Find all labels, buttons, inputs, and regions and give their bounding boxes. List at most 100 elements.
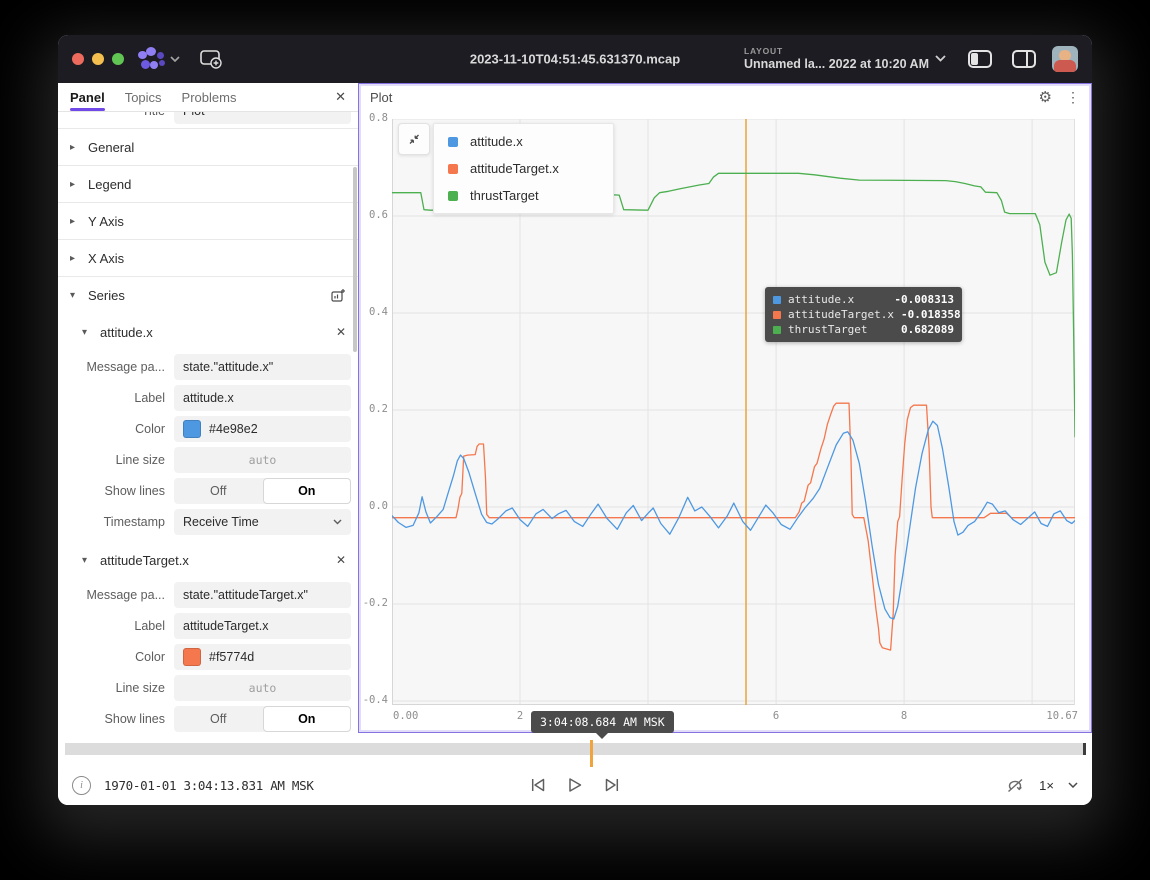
sidebar-scrollbar[interactable] (353, 167, 357, 352)
play-button[interactable] (568, 777, 583, 793)
tooltip-value: -0.008313 (894, 293, 954, 306)
timestamp-select[interactable]: Receive Time (174, 509, 351, 535)
app-window: 2023-11-10T04:51:45.631370.mcap LAYOUT U… (58, 35, 1092, 805)
remove-series-icon[interactable]: ✕ (336, 553, 346, 567)
section-series[interactable]: ▾ Series (58, 276, 358, 313)
sidebar-close-icon[interactable]: ✕ (335, 83, 346, 111)
plot-panel-title: Plot (370, 90, 392, 105)
section-general[interactable]: ▸ General (58, 128, 358, 165)
close-window-button[interactable] (72, 53, 84, 65)
x-tick: 8 (901, 710, 907, 722)
zoom-window-button[interactable] (112, 53, 124, 65)
series-item-attitude-x[interactable]: ▾ attitude.x ✕ (58, 317, 358, 347)
color-input[interactable]: #f5774d (174, 644, 351, 670)
tab-panel[interactable]: Panel (70, 83, 105, 111)
color-input[interactable]: #4e98e2 (174, 416, 351, 442)
section-legend[interactable]: ▸ Legend (58, 165, 358, 202)
legend-swatch (448, 137, 458, 147)
add-series-icon[interactable] (331, 288, 346, 303)
speed-chevron-down-icon[interactable] (1068, 782, 1078, 788)
color-hex: #4e98e2 (209, 422, 258, 436)
playback-speed[interactable]: 1× (1039, 778, 1054, 793)
current-timestamp: 1970-01-01 3:04:13.831 AM MSK (104, 778, 314, 793)
caret-right-icon: ▸ (70, 179, 82, 190)
y-tick: 0.6 (358, 209, 388, 221)
foxglove-logo-icon (138, 47, 166, 71)
right-sidebar-toggle-icon[interactable] (1012, 50, 1036, 68)
tab-topics[interactable]: Topics (125, 83, 162, 111)
app-menu-chevron-icon[interactable] (170, 56, 180, 62)
y-tick: 0.0 (358, 500, 388, 512)
playback-bar: i 1970-01-01 3:04:13.831 AM MSK (58, 765, 1092, 805)
color-swatch[interactable] (183, 648, 201, 666)
legend-swatch (448, 191, 458, 201)
plot-hover-tooltip: attitude.x -0.008313 attitudeTarget.x -0… (765, 287, 962, 342)
timeline-track[interactable] (65, 743, 1085, 755)
label-input[interactable]: attitude.x (174, 385, 351, 411)
panel-settings-gear-icon[interactable]: ⚙ (1039, 88, 1052, 106)
title-field-input[interactable]: Plot (174, 112, 351, 124)
legend-item[interactable]: attitude.x (434, 128, 613, 155)
show-lines-toggle: Off On (174, 706, 351, 732)
user-avatar[interactable] (1052, 46, 1078, 72)
color-hex: #f5774d (209, 650, 254, 664)
caret-right-icon: ▸ (70, 142, 82, 153)
series-attitude-x-fields: Message pa... state."attitude.x" Label a… (58, 347, 358, 537)
collapse-arrows-icon (407, 132, 421, 146)
add-panel-icon[interactable] (200, 50, 222, 69)
tooltip-swatch (773, 311, 781, 319)
legend-item[interactable]: thrustTarget (434, 182, 613, 209)
x-tick: 6 (773, 710, 779, 722)
left-sidebar-toggle-icon[interactable] (968, 50, 992, 68)
chevron-down-icon (333, 519, 342, 525)
section-x-axis[interactable]: ▸ X Axis (58, 239, 358, 276)
seek-forward-button[interactable] (603, 777, 621, 793)
color-swatch[interactable] (183, 420, 201, 438)
avatar-body (1054, 60, 1076, 72)
show-lines-on[interactable]: On (263, 706, 352, 732)
y-tick: -0.4 (358, 694, 388, 706)
legend-swatch (448, 164, 458, 174)
scrubber-time-tooltip: 3:04:08.684 AM MSK (531, 711, 674, 733)
window-title: 2023-11-10T04:51:45.631370.mcap (470, 52, 680, 67)
timeline-scrubber-row: 3:04:08.684 AM MSK (58, 733, 1092, 765)
series-item-attitude-target-x[interactable]: ▾ attitudeTarget.x ✕ (58, 545, 358, 575)
show-lines-toggle: Off On (174, 478, 351, 504)
y-tick: 0.4 (358, 306, 388, 318)
plot-panel[interactable]: Plot ⚙ ⋮ 0.8 0.6 0.4 0.2 0.0 -0.2 -0.4 (358, 83, 1092, 733)
traffic-lights (72, 53, 124, 65)
legend-collapse-button[interactable] (398, 123, 430, 155)
layout-chevron-down-icon (935, 55, 946, 62)
panel-settings-scroll: Title Plot ▸ General ▸ Legend ▸ Y A (58, 112, 358, 733)
line-size-input[interactable]: auto (174, 447, 351, 473)
x-tick: 10.67 (1046, 710, 1078, 722)
show-lines-on[interactable]: On (263, 478, 352, 504)
titlebar: 2023-11-10T04:51:45.631370.mcap LAYOUT U… (58, 35, 1092, 83)
tab-problems[interactable]: Problems (182, 83, 237, 111)
minimize-window-button[interactable] (92, 53, 104, 65)
show-lines-off[interactable]: Off (174, 706, 263, 732)
title-field-row-clipped: Title Plot (58, 112, 358, 126)
tooltip-swatch (773, 296, 781, 304)
info-icon[interactable]: i (72, 776, 91, 795)
layout-selector[interactable]: LAYOUT Unnamed la... 2022 at 10:20 AM (744, 47, 946, 71)
playhead-marker[interactable] (590, 740, 593, 767)
show-lines-off[interactable]: Off (174, 478, 263, 504)
message-path-input[interactable]: state."attitudeTarget.x" (174, 582, 351, 608)
plot-legend: attitude.x attitudeTarget.x thrustTarget (433, 123, 614, 214)
plot-panel-header: Plot ⚙ ⋮ (358, 83, 1092, 111)
tooltip-value: 0.682089 (901, 323, 954, 336)
remove-series-icon[interactable]: ✕ (336, 325, 346, 339)
seek-backward-button[interactable] (530, 777, 548, 793)
caret-down-icon: ▾ (82, 555, 94, 566)
line-size-input[interactable]: auto (174, 675, 351, 701)
message-path-input[interactable]: state."attitude.x" (174, 354, 351, 380)
section-y-axis[interactable]: ▸ Y Axis (58, 202, 358, 239)
caret-down-icon: ▾ (70, 290, 82, 301)
label-input[interactable]: attitudeTarget.x (174, 613, 351, 639)
series-attitude-target-x-fields: Message pa... state."attitudeTarget.x" L… (58, 575, 358, 733)
loop-off-icon[interactable] (1006, 777, 1025, 794)
legend-item[interactable]: attitudeTarget.x (434, 155, 613, 182)
desktop-background: 2023-11-10T04:51:45.631370.mcap LAYOUT U… (0, 0, 1150, 880)
panel-menu-kebab-icon[interactable]: ⋮ (1066, 89, 1080, 106)
